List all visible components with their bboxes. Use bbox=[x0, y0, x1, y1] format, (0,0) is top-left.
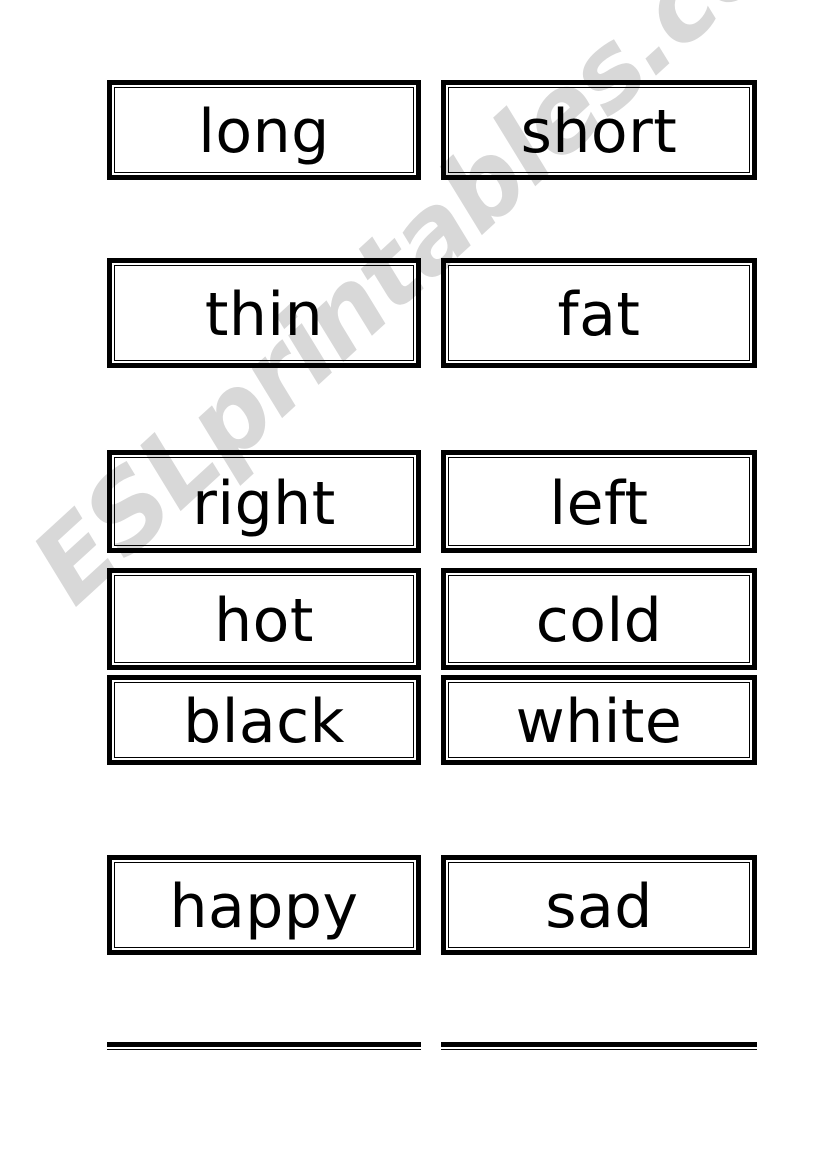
word-card[interactable]: cold bbox=[441, 568, 757, 670]
word-card[interactable]: right bbox=[107, 450, 421, 553]
word-card-label: hot bbox=[214, 586, 314, 656]
word-card-label: happy bbox=[169, 872, 359, 942]
word-card-label: black bbox=[183, 687, 345, 757]
word-card-label: left bbox=[549, 468, 649, 539]
word-card-label: thin bbox=[204, 280, 324, 350]
word-card-inner-border: short bbox=[448, 87, 750, 173]
word-card-inner-border: right bbox=[114, 457, 414, 546]
word-card-inner-border: fat bbox=[448, 265, 750, 361]
word-cards-layer: long short thin fat right left hot cold black whi… bbox=[0, 0, 821, 1169]
word-card-inner-border: left bbox=[448, 457, 750, 546]
word-card-label: cold bbox=[535, 586, 663, 656]
word-card-cut-off-top bbox=[107, 1042, 421, 1052]
word-card[interactable]: white bbox=[441, 675, 757, 765]
word-card[interactable]: fat bbox=[441, 258, 757, 368]
word-card-inner-border: white bbox=[448, 682, 750, 758]
word-card[interactable]: short bbox=[441, 80, 757, 180]
word-card-inner-border: hot bbox=[114, 575, 414, 663]
word-card-label: fat bbox=[557, 280, 641, 350]
word-card[interactable]: sad bbox=[441, 855, 757, 955]
word-card-label: sad bbox=[545, 872, 653, 942]
word-card-inner-border: thin bbox=[114, 265, 414, 361]
word-card[interactable]: long bbox=[107, 80, 421, 180]
word-card-cut-off-inner-line bbox=[441, 1049, 757, 1052]
word-card-label: long bbox=[198, 97, 330, 167]
word-card-label: white bbox=[515, 687, 683, 757]
word-card-inner-border: happy bbox=[114, 862, 414, 948]
worksheet-page: ESLprintables.com long short thin fat right l… bbox=[0, 0, 821, 1169]
word-card[interactable]: happy bbox=[107, 855, 421, 955]
word-card-inner-border: long bbox=[114, 87, 414, 173]
word-card[interactable]: hot bbox=[107, 568, 421, 670]
word-card-label: right bbox=[192, 468, 336, 539]
word-card[interactable]: thin bbox=[107, 258, 421, 368]
word-card-cut-off-inner-line bbox=[107, 1049, 421, 1052]
word-card[interactable]: left bbox=[441, 450, 757, 553]
word-card-inner-border: black bbox=[114, 682, 414, 758]
word-card[interactable]: black bbox=[107, 675, 421, 765]
word-card-inner-border: sad bbox=[448, 862, 750, 948]
word-card-label: short bbox=[520, 97, 678, 167]
word-card-cut-off-top bbox=[441, 1042, 757, 1052]
word-card-inner-border: cold bbox=[448, 575, 750, 663]
